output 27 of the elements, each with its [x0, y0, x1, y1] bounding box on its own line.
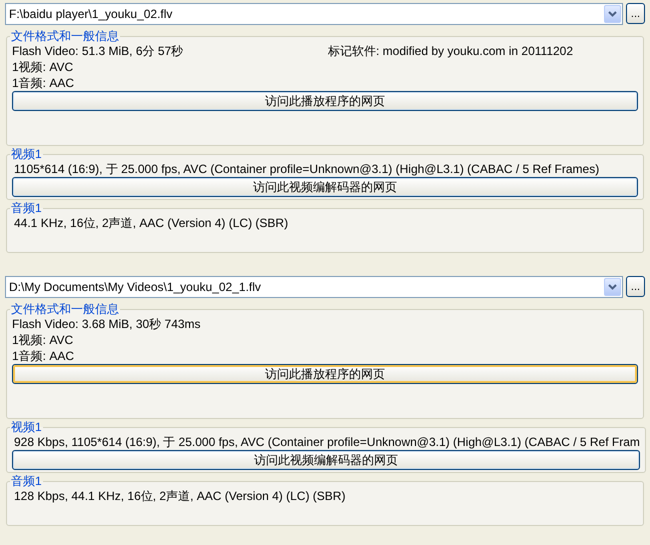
file-path-dropdown[interactable]: D:\My Documents\My Videos\1_youku_02_1.flv [5, 276, 623, 298]
file-path-text: D:\My Documents\My Videos\1_youku_02_1.flv [9, 278, 262, 296]
link-button[interactable]: 访问此视频编解码器的网页 [12, 177, 638, 197]
info-text: 44.1 KHz, 16位, 2声道, AAC (Version 4) (LC) (SBR) [13, 215, 290, 231]
link-button[interactable]: 访问此播放程序的网页 [12, 364, 638, 384]
group-title: 视频1 [10, 147, 43, 161]
link-button[interactable]: 访问此视频编解码器的网页 [12, 450, 640, 470]
info-text: 1音频: AAC [12, 348, 76, 364]
browse-button[interactable]: ... [626, 3, 645, 24]
browse-button[interactable]: ... [626, 276, 645, 297]
info-text: 1音频: AAC [12, 75, 76, 91]
info-text: 1视频: AVC [12, 332, 74, 348]
file-path-text: F:\baidu player\1_youku_02.flv [9, 6, 174, 22]
group-title: 文件格式和一般信息 [10, 29, 120, 43]
info-text: 128 Kbps, 44.1 KHz, 16位, 2声道, AAC (Version 4) (LC) (SBR) [13, 488, 346, 504]
info-text: 1视频: AVC [12, 59, 74, 75]
file-path-dropdown[interactable]: F:\baidu player\1_youku_02.flv [5, 2, 623, 24]
group-title: 文件格式和一般信息 [10, 302, 120, 316]
link-button[interactable]: 访问此播放程序的网页 [12, 91, 638, 111]
info-text: Flash Video: 3.68 MiB, 30秒 743ms [12, 316, 202, 332]
group-title: 音频1 [10, 201, 43, 215]
group-title: 音频1 [10, 474, 43, 488]
info-text: 标记软件: modified by youku.com in 20111202 [328, 43, 574, 59]
info-text: 928 Kbps, 1105*614 (16:9), 于 25.000 fps, AVC (Container profile=Unknown@3.1) (High@L3.1) (CABAC / 5 Ref Fram [13, 434, 640, 450]
group-title: 视频1 [10, 420, 43, 434]
info-text: 1105*614 (16:9), 于 25.000 fps, AVC (Container profile=Unknown@3.1) (High@L3.1) (CABAC / 5 Ref Frames) [13, 161, 600, 177]
info-text: Flash Video: 51.3 MiB, 6分 57秒 [12, 43, 184, 59]
